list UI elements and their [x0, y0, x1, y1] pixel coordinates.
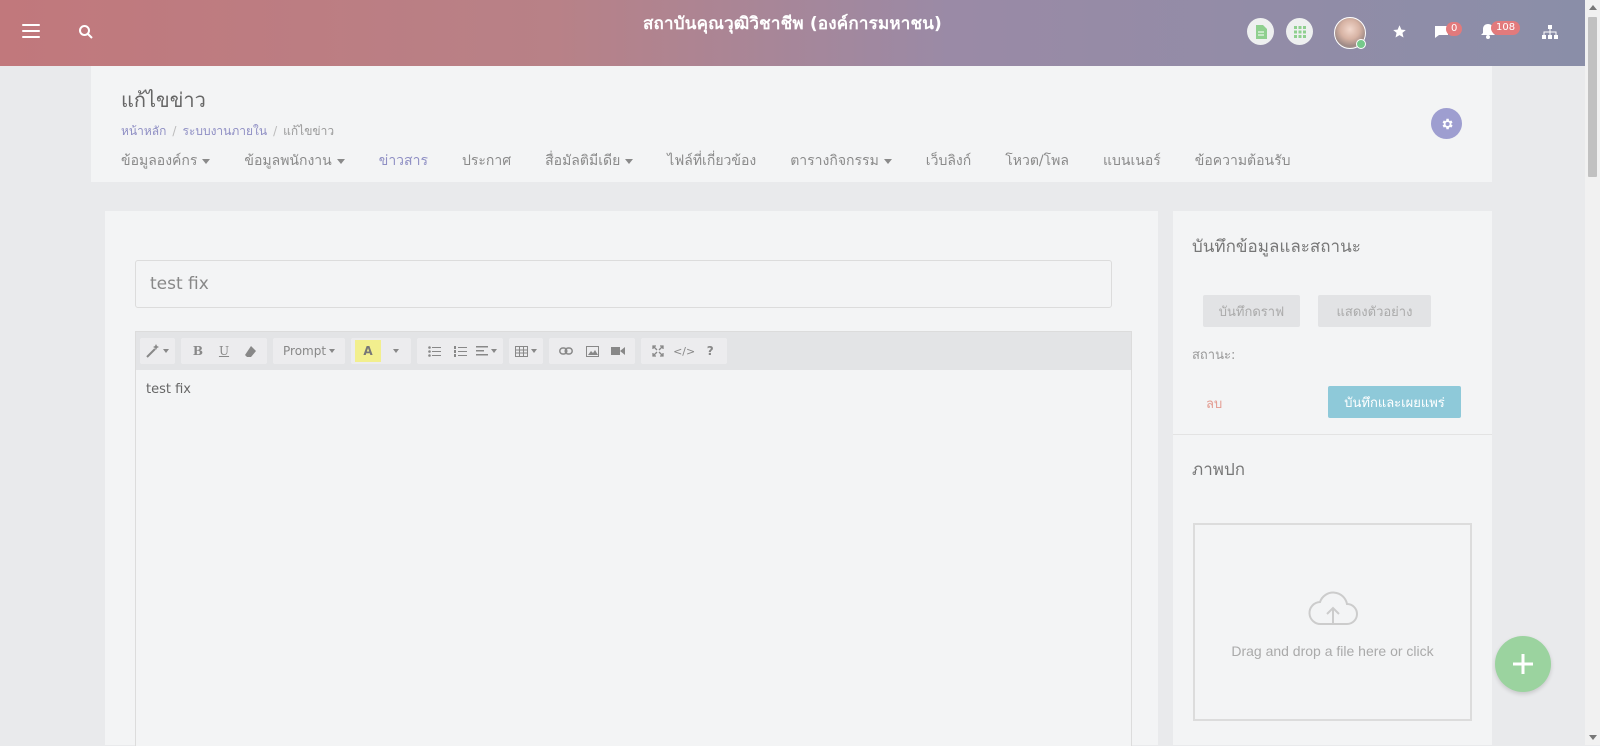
tab-welcome-message[interactable]: ข้อความต้อนรับ [1195, 150, 1291, 172]
code-view-icon[interactable]: </> [671, 340, 697, 362]
grid-icon[interactable] [1286, 18, 1313, 45]
save-and-publish-button[interactable]: บันทึกและเผยแพร่ [1328, 386, 1461, 418]
chat-icon[interactable]: 0 [1434, 22, 1463, 43]
bullet-list-icon[interactable] [421, 340, 447, 362]
scrollbar-thumb[interactable] [1588, 17, 1597, 177]
font-family-select[interactable]: Prompt [277, 340, 341, 362]
chevron-down-icon [883, 158, 892, 164]
tab-employee-info[interactable]: ข้อมูลพนักงาน [244, 150, 345, 172]
breadcrumb-current: แก้ไขข่าว [283, 124, 335, 138]
settings-button[interactable] [1431, 108, 1462, 139]
image-icon[interactable] [579, 340, 605, 362]
breadcrumb-home[interactable]: หน้าหลัก [121, 124, 166, 138]
messages-badge: 0 [1446, 22, 1463, 36]
chevron-down-icon [202, 158, 211, 164]
table-icon[interactable] [513, 340, 539, 362]
tab-announcements[interactable]: ประกาศ [462, 150, 511, 172]
editor-toolbar: B U Prompt A </> ? [136, 332, 1131, 370]
online-status-indicator [1356, 39, 1366, 49]
rich-text-editor: B U Prompt A </> ? test fix [135, 331, 1132, 746]
notifications-badge: 108 [1491, 21, 1521, 35]
avatar[interactable] [1334, 17, 1366, 49]
preview-button[interactable]: แสดงตัวอย่าง [1318, 295, 1431, 327]
nav-tabs: ข้อมูลองค์กร ข้อมูลพนักงาน ข่าวสาร ประกา… [121, 150, 1325, 172]
tab-web-links[interactable]: เว็บลิงก์ [926, 150, 971, 172]
color-dropdown[interactable] [381, 340, 407, 362]
help-icon[interactable]: ? [697, 340, 723, 362]
save-status-title: บันทึกข้อมูลและสถานะ [1192, 237, 1361, 257]
add-button[interactable] [1495, 636, 1551, 692]
breadcrumb-internal[interactable]: ระบบงานภายใน [182, 124, 267, 138]
plus-icon [1513, 654, 1533, 674]
tab-activity-schedule[interactable]: ตารางกิจกรรม [790, 150, 892, 172]
status-label: สถานะ: [1192, 348, 1236, 363]
bell-icon[interactable]: 108 [1481, 21, 1521, 43]
eraser-icon[interactable] [237, 340, 263, 362]
delete-button[interactable]: ลบ [1206, 393, 1222, 414]
bold-icon[interactable]: B [185, 340, 211, 362]
star-icon[interactable] [1392, 24, 1407, 43]
sitemap-icon[interactable] [1542, 24, 1558, 43]
video-icon[interactable] [605, 340, 631, 362]
editor-content[interactable]: test fix [136, 370, 1131, 409]
tab-vote-poll[interactable]: โหวต/โพล [1005, 150, 1069, 172]
underline-icon[interactable]: U [211, 340, 237, 362]
scroll-down-arrow[interactable] [1589, 735, 1597, 740]
document-icon[interactable] [1247, 18, 1274, 45]
scroll-up-arrow[interactable] [1589, 5, 1597, 10]
gear-icon [1442, 118, 1453, 129]
top-bar: สถาบันคุณวุฒิวิชาชีพ (องค์การมหาชน) 0 10… [0, 0, 1585, 66]
tab-related-files[interactable]: ไฟล์ที่เกี่ยวข้อง [667, 150, 756, 172]
tab-news[interactable]: ข่าวสาร [379, 150, 428, 172]
news-title-input[interactable] [135, 260, 1112, 308]
link-icon[interactable] [553, 340, 579, 362]
tab-banner[interactable]: แบนเนอร์ [1103, 150, 1161, 172]
align-icon[interactable] [473, 340, 499, 362]
page-title: แก้ไขข่าว [121, 88, 206, 112]
side-card: บันทึกข้อมูลและสถานะ บันทึกดราฟ แสดงตัวอ… [1173, 211, 1492, 745]
editor-card: B U Prompt A [105, 211, 1158, 746]
cover-image-dropzone[interactable]: Drag and drop a file here or click [1193, 523, 1472, 721]
tab-organization-info[interactable]: ข้อมูลองค์กร [121, 150, 211, 172]
fullscreen-icon[interactable] [645, 340, 671, 362]
scrollbar[interactable] [1585, 0, 1600, 745]
text-color-icon[interactable]: A [355, 340, 382, 362]
chevron-down-icon [625, 158, 634, 164]
breadcrumb: หน้าหลัก / ระบบงานภายใน / แก้ไขข่าว [121, 124, 335, 138]
dropzone-text: Drag and drop a file here or click [1231, 643, 1434, 659]
cover-image-title: ภาพปก [1192, 460, 1246, 480]
page-header: แก้ไขข่าว หน้าหลัก / ระบบงานภายใน / แก้ไขข่า… [91, 66, 1492, 182]
cloud-upload-icon [1308, 591, 1358, 626]
save-draft-button[interactable]: บันทึกดราฟ [1203, 295, 1300, 327]
numbered-list-icon[interactable] [447, 340, 473, 362]
tab-multimedia[interactable]: สื่อมัลติมีเดีย [545, 150, 634, 172]
divider [1173, 434, 1492, 435]
chevron-down-icon [336, 158, 345, 164]
magic-wand-icon[interactable] [144, 340, 171, 362]
